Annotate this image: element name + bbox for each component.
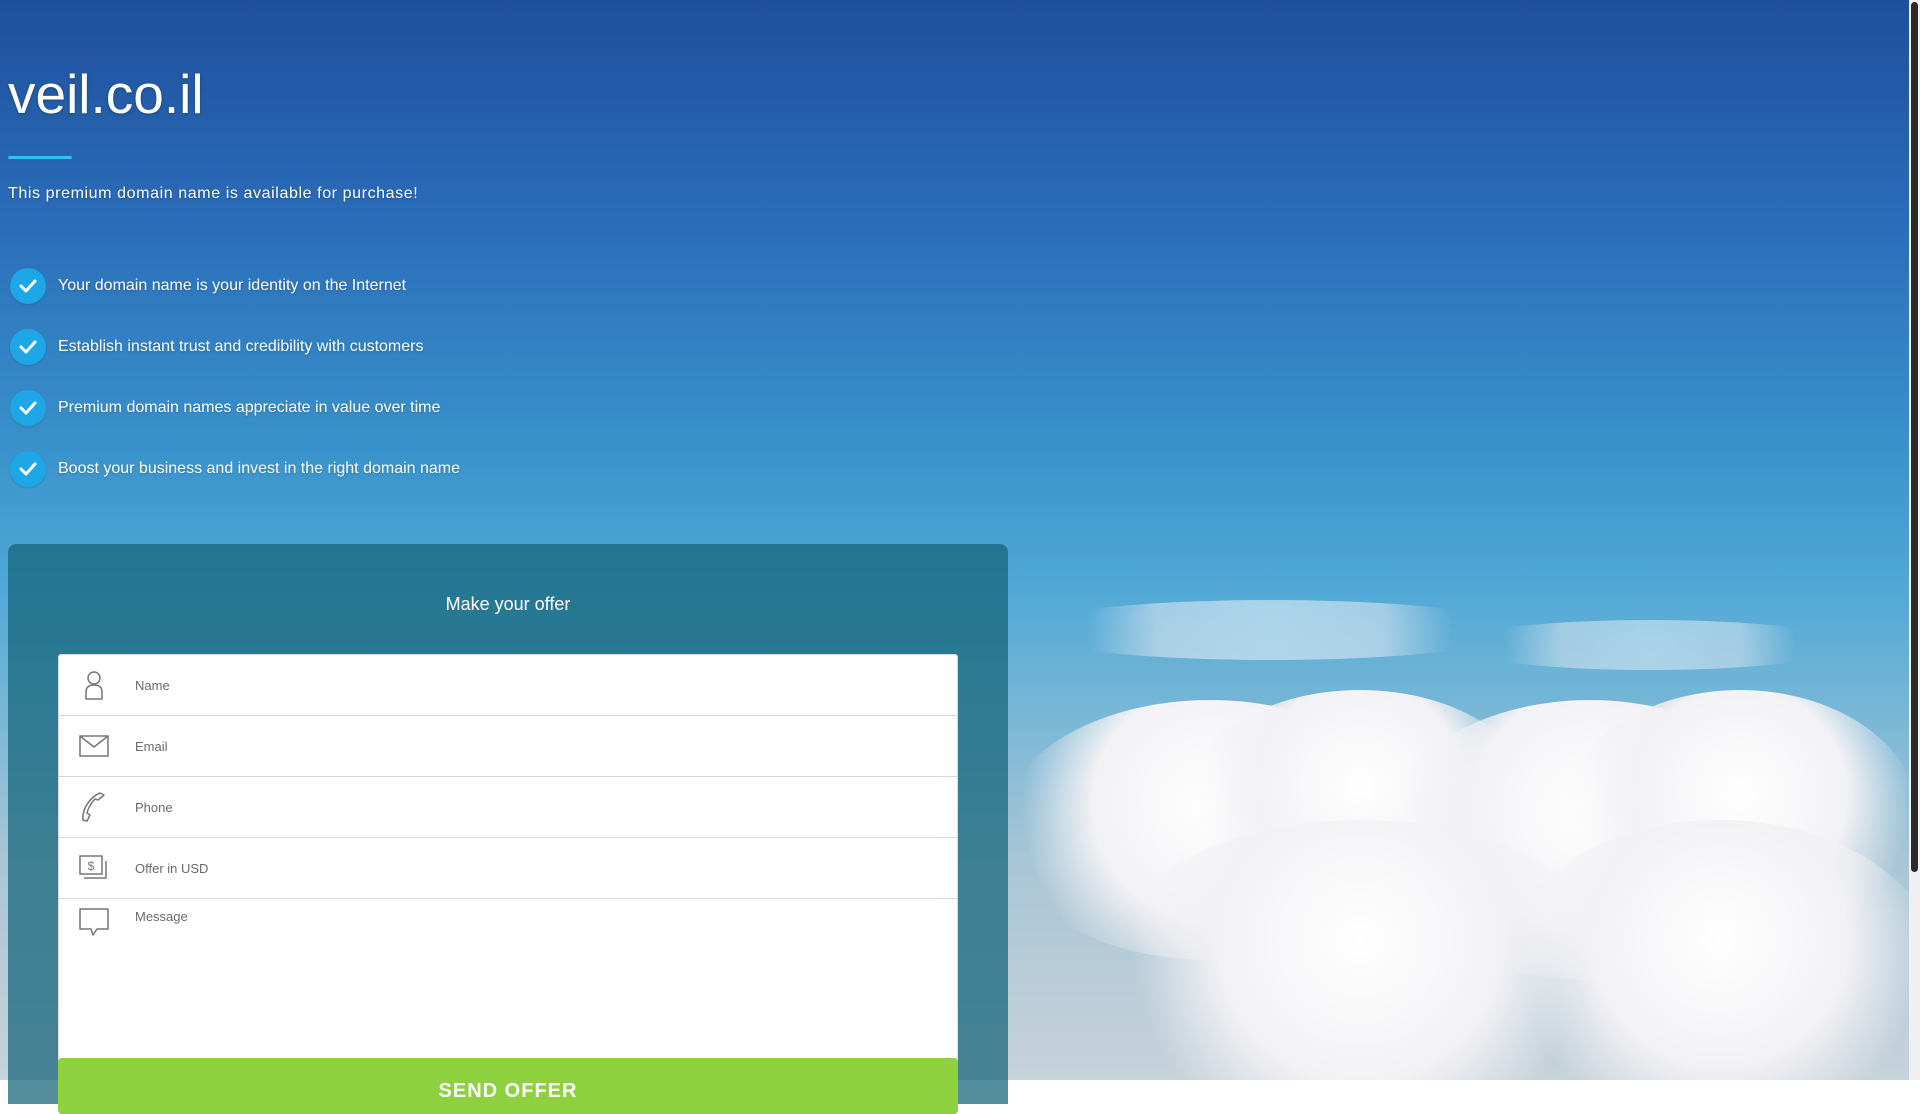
check-icon <box>10 389 46 426</box>
title-underline <box>8 156 72 159</box>
check-icon <box>10 328 46 365</box>
feature-item: Premium domain names appreciate in value… <box>10 377 710 438</box>
message-row <box>59 899 957 1021</box>
check-icon <box>10 450 46 487</box>
check-icon <box>10 267 46 304</box>
feature-item: Your domain name is your identity on the… <box>10 255 710 316</box>
offer-row: $ <box>59 838 957 899</box>
name-row <box>59 655 957 716</box>
offer-input[interactable] <box>133 859 917 877</box>
phone-row <box>59 777 957 838</box>
cloud-shape <box>1020 600 1520 660</box>
scrollbar-thumb[interactable] <box>1911 2 1918 872</box>
feature-list: Your domain name is your identity on the… <box>10 255 710 499</box>
email-row <box>59 716 957 777</box>
send-offer-button[interactable]: SEND OFFER <box>58 1058 958 1114</box>
offer-panel: Make your offer $ <box>8 544 1008 1114</box>
name-input[interactable] <box>133 676 917 694</box>
feature-text: Premium domain names appreciate in value… <box>58 398 441 416</box>
speech-bubble-icon <box>79 907 109 937</box>
offer-title: Make your offer <box>445 594 571 614</box>
availability-subtitle: This premium domain name is available fo… <box>8 185 419 202</box>
svg-text:$: $ <box>88 859 95 873</box>
feature-text: Your domain name is your identity on the… <box>58 276 407 294</box>
email-input[interactable] <box>133 737 917 755</box>
phone-input[interactable] <box>133 798 917 816</box>
user-icon <box>79 670 109 700</box>
feature-item: Establish instant trust and credibility … <box>10 316 710 377</box>
message-input[interactable] <box>133 907 917 1011</box>
feature-item: Boost your business and invest in the ri… <box>10 438 710 499</box>
offer-form: $ <box>58 654 958 1066</box>
feature-text: Establish instant trust and credibility … <box>58 337 424 355</box>
phone-icon <box>79 792 109 822</box>
money-icon: $ <box>79 853 109 883</box>
envelope-icon <box>79 731 109 761</box>
cloud-shape <box>1450 620 1850 670</box>
scrollbar[interactable] <box>1909 0 1920 1080</box>
domain-title: veil.co.il <box>8 63 204 125</box>
feature-text: Boost your business and invest in the ri… <box>58 459 461 477</box>
